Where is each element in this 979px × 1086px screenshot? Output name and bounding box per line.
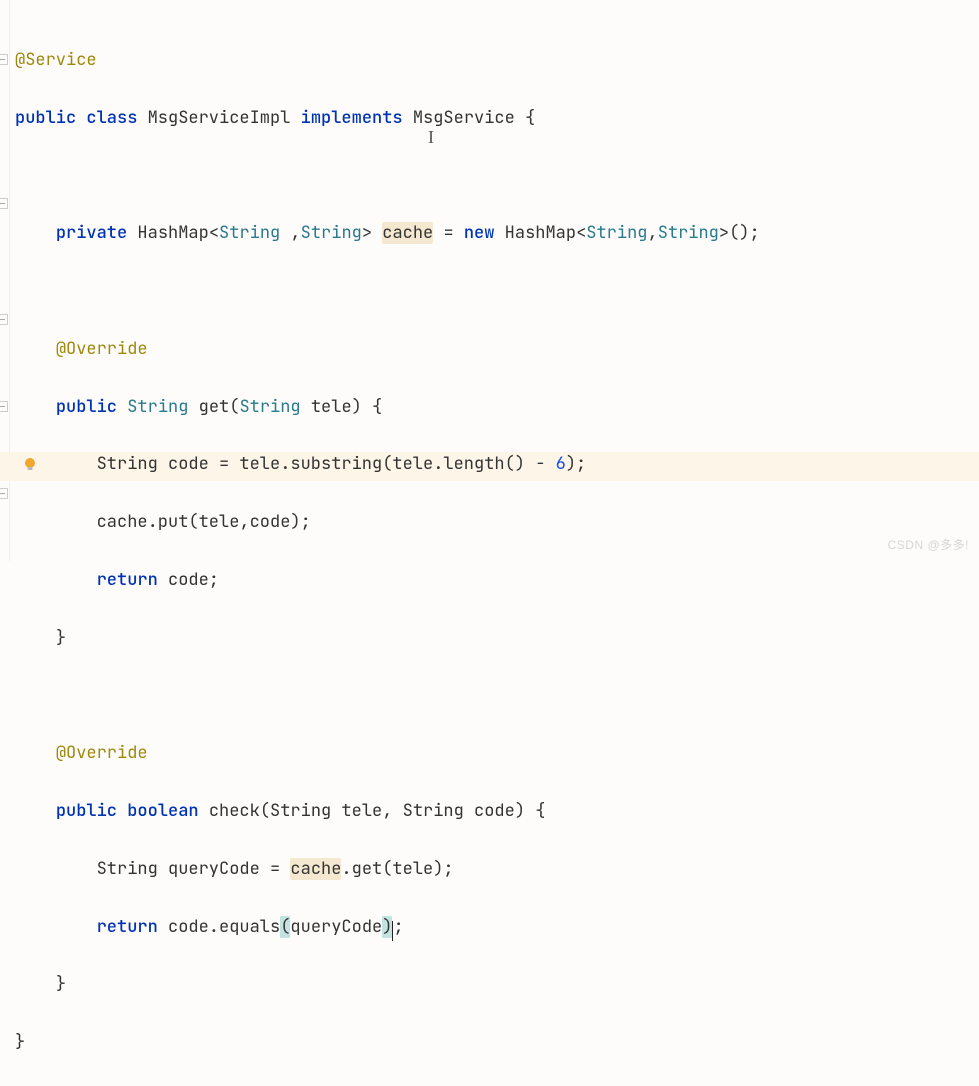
return-type: String	[127, 396, 188, 418]
param-type: String	[239, 396, 300, 418]
paren: (	[229, 396, 239, 418]
keyword-public: public	[56, 396, 127, 418]
paren-match: (	[280, 916, 290, 938]
keyword-new: new	[464, 222, 505, 244]
keyword-return: return	[97, 916, 158, 938]
type-string: String	[301, 222, 362, 244]
fold-marker[interactable]	[0, 54, 8, 65]
code-line: code;	[158, 569, 219, 591]
annotation: @Service	[15, 49, 97, 71]
code-end: );	[566, 453, 586, 475]
watermark: CSDN @多多!	[888, 535, 969, 555]
interface-name: MsgService	[413, 107, 515, 129]
method-check: check	[209, 800, 260, 822]
assign: =	[433, 222, 464, 244]
method-get: get	[199, 396, 230, 418]
generic-close: >	[719, 222, 729, 244]
sep: ,	[647, 222, 657, 244]
paren-match: )	[382, 916, 392, 938]
brace: }	[56, 627, 66, 649]
type-string: String	[586, 222, 647, 244]
code-line: cache.put(tele,code);	[97, 511, 311, 533]
paren-close: ) {	[352, 396, 383, 418]
brace: {	[515, 107, 535, 129]
type-string: String	[219, 222, 280, 244]
fold-marker[interactable]	[0, 314, 8, 325]
code-editor[interactable]: @Service public class MsgServiceImpl imp…	[15, 17, 760, 1086]
type-string: String	[658, 222, 719, 244]
field-cache-ref: cache	[290, 858, 341, 880]
annotation-override: @Override	[56, 742, 148, 764]
fold-marker[interactable]	[0, 488, 8, 499]
type: HashMap	[137, 222, 208, 244]
brace: }	[15, 1031, 25, 1053]
keyword-public: public	[56, 800, 127, 822]
fold-marker[interactable]	[0, 401, 8, 412]
keyword-boolean: boolean	[127, 800, 198, 822]
var-querycode: queryCode	[290, 916, 382, 938]
ctor-end: ();	[729, 222, 760, 244]
keyword-public: public class	[15, 107, 148, 129]
keyword-return: return	[97, 569, 158, 591]
sep: ,	[280, 222, 300, 244]
brace: }	[56, 973, 66, 995]
code-line: String code = tele.substring(tele.length…	[97, 453, 556, 475]
generic-open: <	[209, 222, 219, 244]
ctor-type: HashMap	[505, 222, 576, 244]
field-cache: cache	[382, 222, 433, 244]
keyword-private: private	[56, 222, 138, 244]
code-line: String queryCode =	[97, 858, 291, 880]
generic-close: >	[362, 222, 372, 244]
code-line: code.equals	[158, 916, 280, 938]
keyword-implements: implements	[290, 107, 412, 129]
annotation-override: @Override	[56, 338, 148, 360]
generic-open: <	[576, 222, 586, 244]
fold-marker[interactable]	[0, 198, 8, 209]
param-name: tele	[301, 396, 352, 418]
class-name: MsgServiceImpl	[148, 107, 291, 129]
params: (String tele, String code) {	[260, 800, 546, 822]
semicolon: ;	[393, 916, 403, 938]
code-line: .get(tele);	[341, 858, 453, 880]
number-6: 6	[556, 453, 566, 475]
